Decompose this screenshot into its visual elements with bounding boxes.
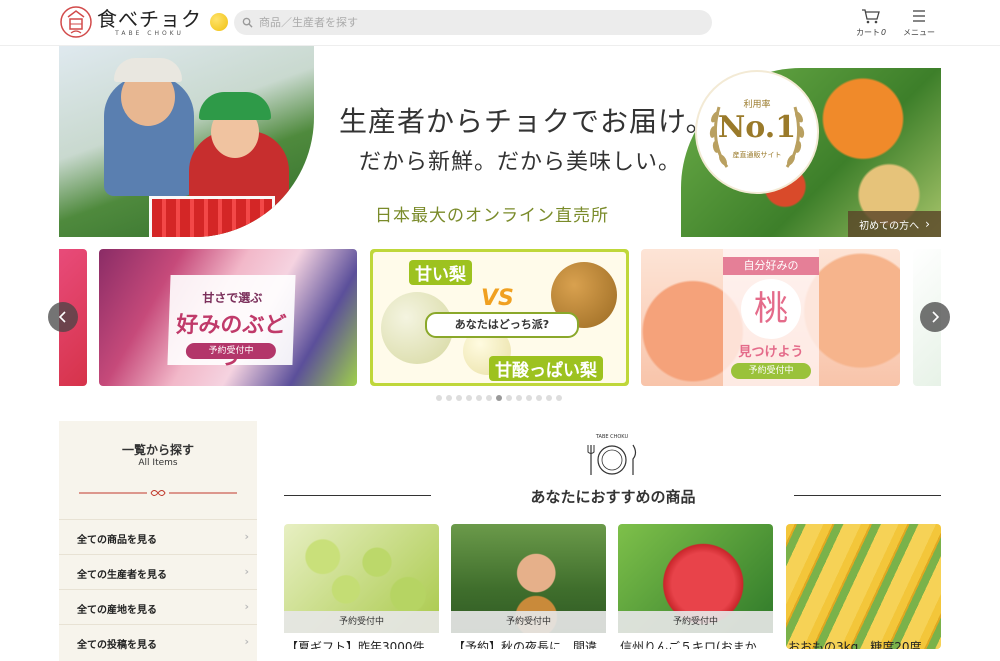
product-badge: 予約受付中 [618, 611, 773, 633]
product-card[interactable]: 予約受付中 【夏ギフト】昨年3000件 [284, 524, 439, 649]
grape-big-text: 好みのぶどう [175, 313, 287, 370]
product-name[interactable]: 【夏ギフト】昨年3000件 [286, 638, 439, 649]
chevron-right-icon: › [244, 565, 249, 578]
title-divider-right [794, 495, 941, 496]
product-badge: 予約受付中 [284, 611, 439, 633]
hamburger-icon [913, 10, 925, 22]
peach-label: 自分好みの 桃 見つけよう 予約受付中 [723, 249, 819, 386]
carousel-dot[interactable] [556, 395, 562, 401]
chevron-right-icon: › [925, 217, 930, 231]
peach-mid-text: 見つけよう [738, 345, 804, 360]
plate-cutlery-icon: TABE CHOKU [587, 434, 637, 475]
no1-badge-bottom: 産直通販サイト [732, 151, 782, 159]
chevron-right-icon: › [244, 600, 249, 613]
menu-button[interactable]: メニュー [903, 8, 935, 38]
sidebar-item-all-posts[interactable]: 全ての投稿を見る › [59, 624, 257, 659]
carousel-card-grape[interactable]: 甘さで選ぶ 好みのぶどう 予約受付中 [99, 249, 357, 386]
pear-sweet-text: 甘い梨 [409, 260, 472, 285]
sidebar-item-label: 全ての生産者を見る [77, 570, 167, 581]
hero-tagline: 日本最大のオンライン直売所 [375, 206, 609, 226]
peach-big-text: 桃 [741, 279, 801, 339]
search-icon [242, 17, 253, 28]
product-card[interactable]: 予約受付中 【予約】秋の夜長に…間違 [451, 524, 606, 649]
pear-sour-text: 甘酸っぱい梨 [489, 356, 603, 381]
strawberry-tray [149, 196, 275, 237]
emblem-text: TABE CHOKU [595, 434, 629, 440]
carousel-dot[interactable] [446, 395, 452, 401]
menu-label: メニュー [903, 28, 935, 37]
chevron-right-icon: › [244, 530, 249, 543]
carousel-dot[interactable] [546, 395, 552, 401]
sidebar-item-label: 全ての産地を見る [77, 605, 157, 616]
first-time-label: 初めての方へ [859, 220, 920, 232]
first-time-button[interactable]: 初めての方へ › [848, 211, 941, 237]
carousel-dot[interactable] [466, 395, 472, 401]
peach-tag: 予約受付中 [731, 363, 811, 379]
no1-badge-main: No.1 [717, 110, 797, 145]
pear-vs-text: VS [481, 286, 514, 311]
logo-text: 食べチョク [97, 6, 202, 31]
hero-banner[interactable]: 生産者からチョクでお届け。 だから新鮮。だから美味しい。 日本最大のオンライン直… [59, 46, 941, 237]
no1-badge: 利用率 No.1 産直通販サイト [697, 72, 817, 192]
cart-button[interactable]: カート0 [856, 8, 886, 38]
ribbon-divider-icon [79, 490, 237, 496]
site-logo[interactable]: 食べチョク TABE CHOKU [59, 5, 228, 39]
carousel-next-button[interactable] [920, 302, 950, 332]
grape-small-text: 甘さで選ぶ [202, 291, 263, 305]
chevron-right-icon: › [244, 635, 249, 648]
logo-mark-icon [60, 6, 92, 38]
product-name[interactable]: おおもの3kg 糖度20度 [788, 638, 941, 649]
carousel-dot[interactable] [456, 395, 462, 401]
carousel-dot[interactable] [436, 395, 442, 401]
sidebar-item-all-products[interactable]: 全ての商品を見る › [59, 519, 257, 554]
carousel-dot[interactable] [536, 395, 542, 401]
chevron-left-icon [58, 311, 66, 323]
cart-label: カート [856, 28, 880, 37]
logo-subtext: TABE CHOKU [115, 29, 184, 37]
carousel-card-peach[interactable]: 自分好みの 桃 見つけよう 予約受付中 [641, 249, 900, 386]
cart-count: 0 [881, 28, 887, 37]
product-card[interactable]: おおもの3kg 糖度20度 [786, 524, 941, 649]
chevron-right-icon [932, 311, 940, 323]
hero-headline: 生産者からチョクでお届け。 [339, 105, 715, 138]
product-badge: 予約受付中 [451, 611, 606, 633]
carousel-dot[interactable] [516, 395, 522, 401]
product-name[interactable]: 【予約】秋の夜長に…間違 [453, 638, 606, 649]
product-name[interactable]: 信州りんご５キロ(おまか [620, 638, 773, 649]
carousel-prev-button[interactable] [48, 302, 78, 332]
pear-question: あなたはどっち派? [425, 312, 579, 338]
sidebar-subtitle: All Items [138, 458, 178, 468]
carousel-dot[interactable] [526, 395, 532, 401]
sidebar-item-all-regions[interactable]: 全ての産地を見る › [59, 589, 257, 624]
product-image-corn [786, 524, 941, 649]
carousel-dot[interactable] [506, 395, 512, 401]
search-bar[interactable] [234, 10, 712, 35]
carousel-dot[interactable] [496, 395, 502, 401]
sidebar-browse: 一覧から探す All Items 全ての商品を見る › 全ての生産者を見る › … [59, 421, 257, 661]
carousel-dot[interactable] [486, 395, 492, 401]
grape-label: 甘さで選ぶ 好みのぶどう 予約受付中 [167, 275, 296, 370]
title-divider-left [284, 495, 431, 496]
site-header: 食べチョク TABE CHOKU カート0 メニュー [0, 0, 1000, 46]
grape-tag: 予約受付中 [185, 343, 277, 359]
sidebar-item-label: 全ての商品を見る [77, 535, 157, 546]
product-card[interactable]: 予約受付中 信州りんご５キロ(おまか [618, 524, 773, 649]
sidebar-title: 一覧から探す [121, 443, 194, 457]
campaign-carousel[interactable]: 甘さで選ぶ 好みのぶどう 予約受付中 甘い梨 VS あなたはどっち派? 甘酸っぱ… [59, 249, 941, 386]
recommend-title: あなたにおすすめの商品 [530, 488, 696, 506]
fruit-mascot-icon [210, 13, 228, 31]
farmers-photo [59, 46, 314, 237]
cart-icon [862, 9, 880, 24]
carousel-pagination [436, 395, 562, 401]
hero-subheadline: だから新鮮。だから美味しい。 [359, 150, 682, 175]
search-input[interactable] [257, 15, 701, 30]
sidebar-item-all-producers[interactable]: 全ての生産者を見る › [59, 554, 257, 589]
no1-badge-top: 利用率 [743, 100, 771, 110]
carousel-dot[interactable] [476, 395, 482, 401]
hero-copy: 生産者からチョクでお届け。 だから新鮮。だから美味しい。 日本最大のオンライン直… [329, 46, 714, 237]
carousel-card-pear[interactable]: 甘い梨 VS あなたはどっち派? 甘酸っぱい梨 [370, 249, 629, 386]
peach-top-text: 自分好みの [723, 257, 819, 275]
